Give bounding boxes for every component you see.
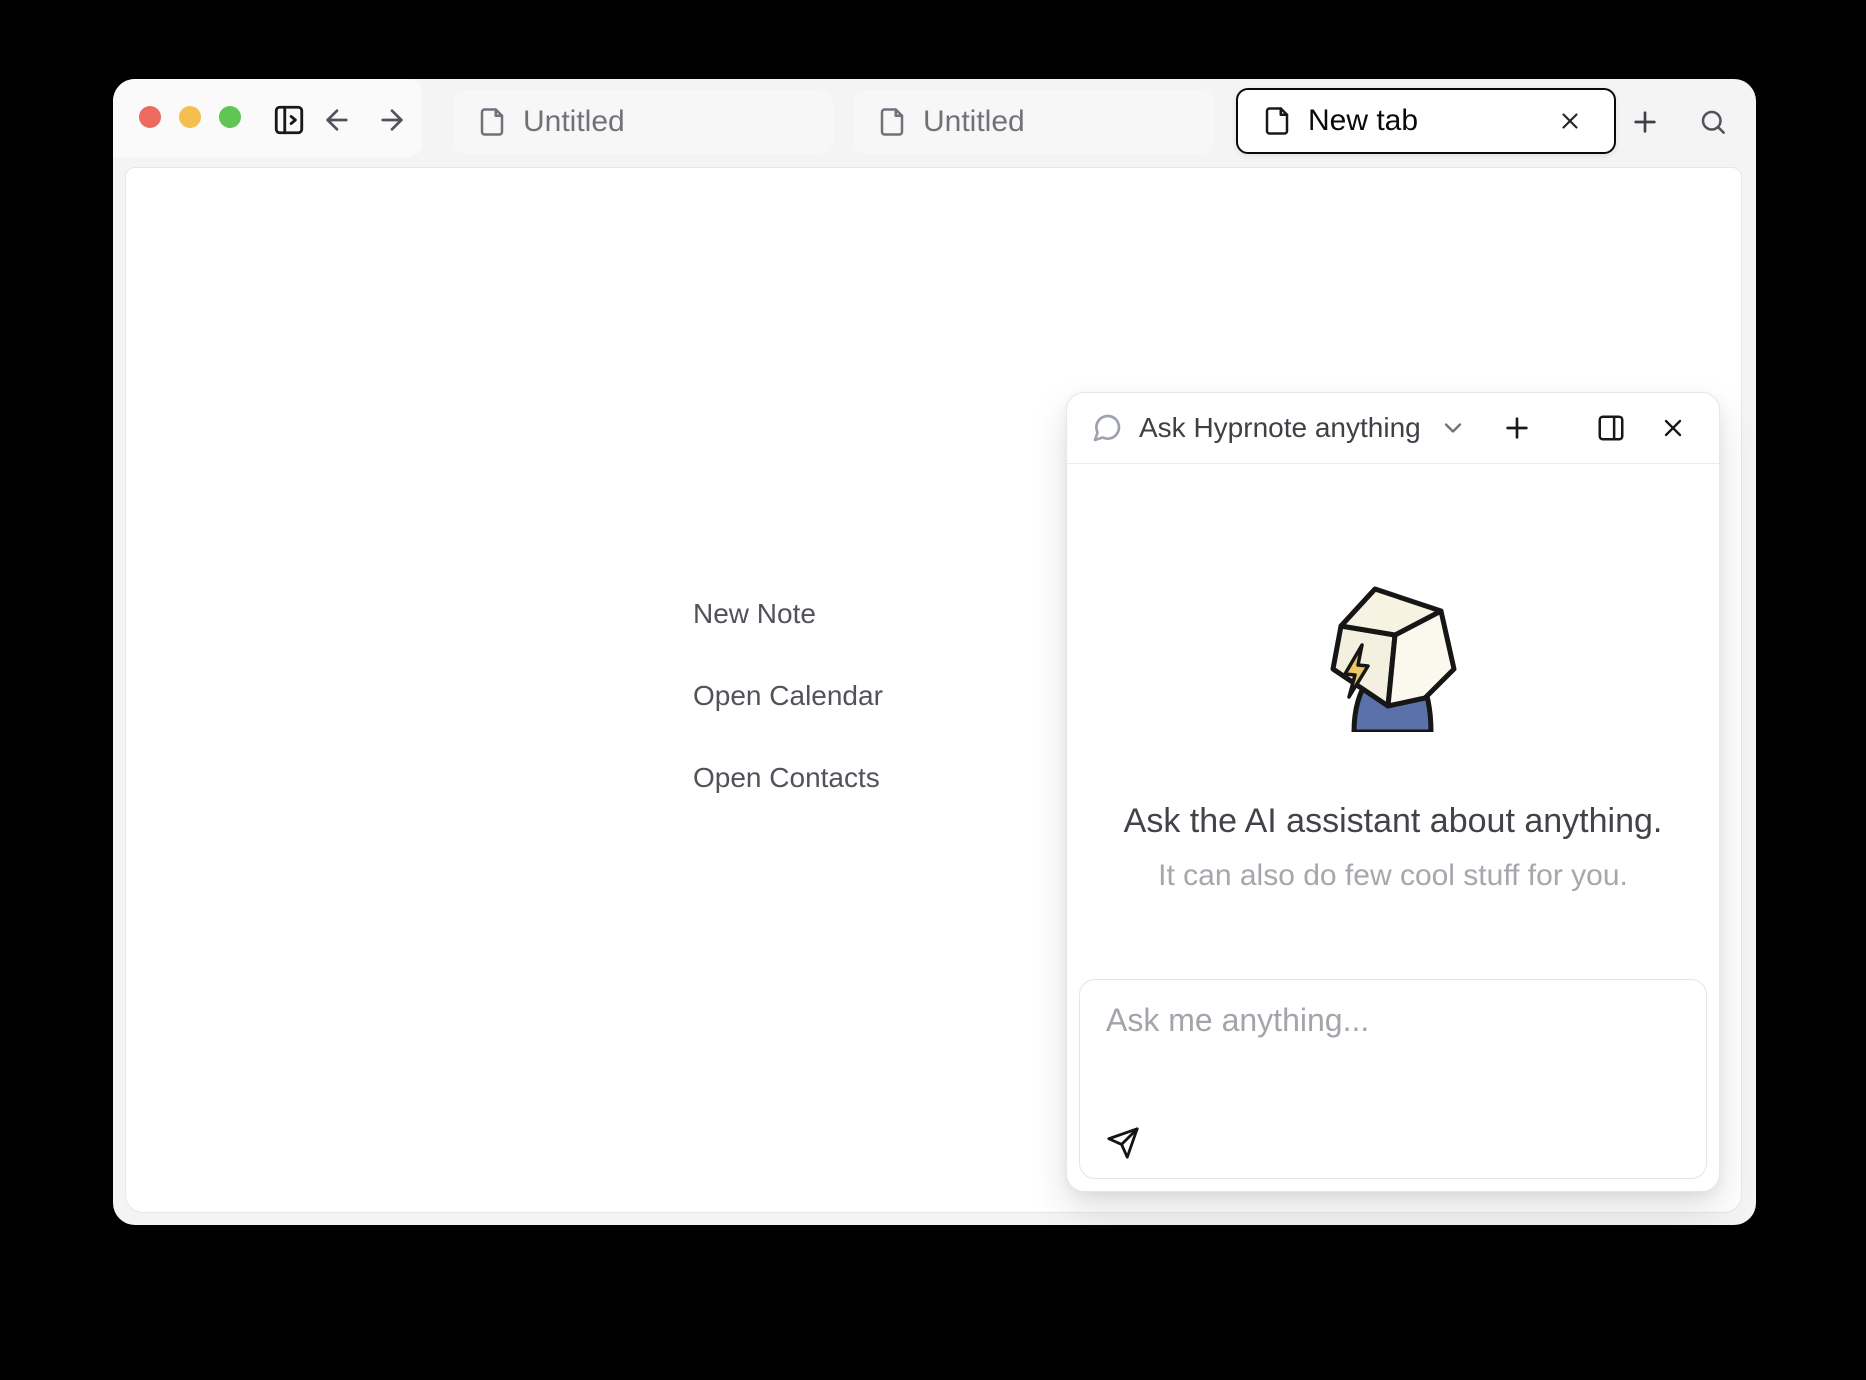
titlebar: Untitled Untitled New tab (113, 79, 1756, 167)
sidebar-toggle-button[interactable] (269, 100, 309, 140)
nav-forward-button[interactable] (372, 100, 412, 140)
hyprnote-mascot (1328, 582, 1458, 732)
search-icon (1698, 107, 1728, 137)
open-contacts-link[interactable]: Open Contacts (693, 756, 883, 800)
nav-back-button[interactable] (317, 100, 357, 140)
tab-label: Untitled (523, 105, 625, 139)
open-calendar-link[interactable]: Open Calendar (693, 674, 883, 718)
panel-right-icon (1596, 413, 1626, 443)
assistant-close-button[interactable] (1651, 406, 1695, 450)
file-icon (1262, 106, 1292, 136)
close-icon (1557, 108, 1583, 134)
new-tab-button[interactable] (1625, 102, 1665, 142)
close-window-button[interactable] (139, 106, 161, 128)
new-note-link[interactable]: New Note (693, 592, 883, 636)
plus-icon (1501, 412, 1533, 444)
ai-assistant-panel: Ask Hyprnote anything (1066, 392, 1720, 1192)
chat-input[interactable] (1080, 980, 1706, 1120)
plus-icon (1629, 106, 1661, 138)
tab-untitled-2[interactable]: Untitled (853, 90, 1214, 154)
tab-new-tab-active[interactable]: New tab (1236, 88, 1616, 154)
assistant-title: Ask Hyprnote anything (1139, 412, 1421, 444)
tab-label: New tab (1308, 104, 1418, 138)
panel-left-open-icon (272, 103, 306, 137)
chat-input-box (1079, 979, 1707, 1179)
assistant-empty-state: Ask the AI assistant about anything. It … (1067, 464, 1719, 893)
assistant-heading: Ask the AI assistant about anything. (1124, 802, 1663, 841)
send-icon (1106, 1126, 1140, 1160)
assistant-header: Ask Hyprnote anything (1067, 393, 1719, 464)
traffic-lights (139, 106, 241, 128)
chevron-down-icon (1439, 414, 1467, 442)
quick-links: New Note Open Calendar Open Contacts (693, 592, 883, 800)
minimize-window-button[interactable] (179, 106, 201, 128)
close-icon (1659, 414, 1687, 442)
titlebar-controls-section (113, 79, 422, 157)
tab-untitled-1[interactable]: Untitled (453, 90, 833, 154)
assistant-subheading: It can also do few cool stuff for you. (1158, 859, 1628, 893)
app-window: Untitled Untitled New tab (113, 79, 1756, 1225)
file-icon (477, 107, 507, 137)
chat-bubble-icon (1091, 412, 1123, 444)
arrow-right-icon (376, 104, 408, 136)
search-button[interactable] (1693, 102, 1733, 142)
tab-label: Untitled (923, 105, 1025, 139)
send-button[interactable] (1100, 1120, 1146, 1166)
file-icon (877, 107, 907, 137)
arrow-left-icon (321, 104, 353, 136)
assistant-title-dropdown[interactable]: Ask Hyprnote anything (1091, 412, 1467, 444)
tab-close-button[interactable] (1550, 101, 1590, 141)
assistant-new-chat-button[interactable] (1495, 406, 1539, 450)
assistant-split-view-button[interactable] (1589, 406, 1633, 450)
zoom-window-button[interactable] (219, 106, 241, 128)
